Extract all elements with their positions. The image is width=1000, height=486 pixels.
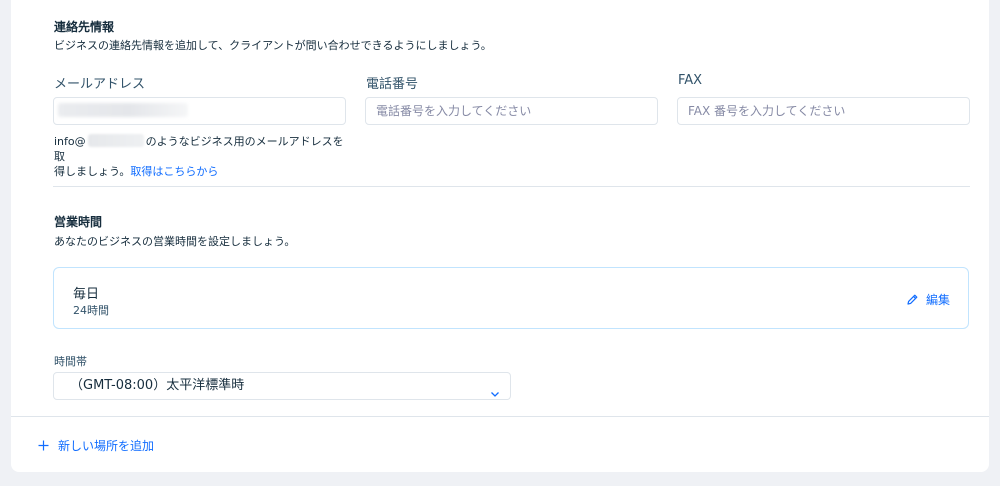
email-hint: info@ のようなビジネス用のメールアドレスを取 得しましょう。取得はこちらから [54, 134, 354, 179]
redacted-email-value [58, 103, 188, 117]
footer-divider [11, 416, 989, 417]
plus-icon [38, 440, 49, 451]
edit-hours-button[interactable]: 編集 [906, 291, 950, 308]
phone-placeholder: 電話番号を入力してください [376, 104, 532, 118]
add-location-button[interactable]: 新しい場所を追加 [38, 437, 154, 454]
phone-label: 電話番号 [366, 77, 419, 92]
fax-placeholder: FAX 番号を入力してください [688, 104, 846, 118]
pencil-icon [906, 293, 919, 306]
email-hint-prefix: info@ [54, 135, 86, 148]
chevron-down-icon [490, 382, 500, 397]
business-info-card: 連絡先情報 ビジネスの連絡先情報を追加して、クライアントが問い合わせできるように… [11, 0, 989, 472]
email-label: メールアドレス [54, 77, 146, 92]
hours-summary-card: 毎日 24時間 編集 [53, 267, 969, 329]
phone-field[interactable]: 電話番号を入力してください [365, 97, 658, 125]
hours-section-description: あなたのビジネスの営業時間を設定しましょう。 [54, 235, 296, 248]
hours-section-title: 営業時間 [54, 215, 103, 229]
hours-day-label: 毎日 [73, 287, 100, 302]
hours-duration: 24時間 [73, 304, 109, 317]
fax-field[interactable]: FAX 番号を入力してください [677, 97, 970, 125]
get-email-link[interactable]: 取得はこちらから [130, 165, 218, 178]
contact-section-title: 連絡先情報 [54, 20, 115, 34]
email-hint-line2: 得しましょう。 [54, 165, 131, 178]
section-divider [53, 186, 970, 187]
email-field[interactable] [53, 97, 346, 125]
edit-label: 編集 [925, 293, 950, 307]
fax-label: FAX [678, 73, 703, 88]
timezone-select[interactable]: （GMT-08:00）太平洋標準時 [53, 372, 511, 400]
timezone-label: 時間帯 [54, 355, 87, 368]
timezone-selected: （GMT-08:00）太平洋標準時 [70, 378, 245, 393]
redacted-domain [87, 134, 144, 147]
add-location-label: 新しい場所を追加 [58, 439, 155, 453]
contact-section-description: ビジネスの連絡先情報を追加して、クライアントが問い合わせできるようにしましょう。 [54, 39, 492, 52]
